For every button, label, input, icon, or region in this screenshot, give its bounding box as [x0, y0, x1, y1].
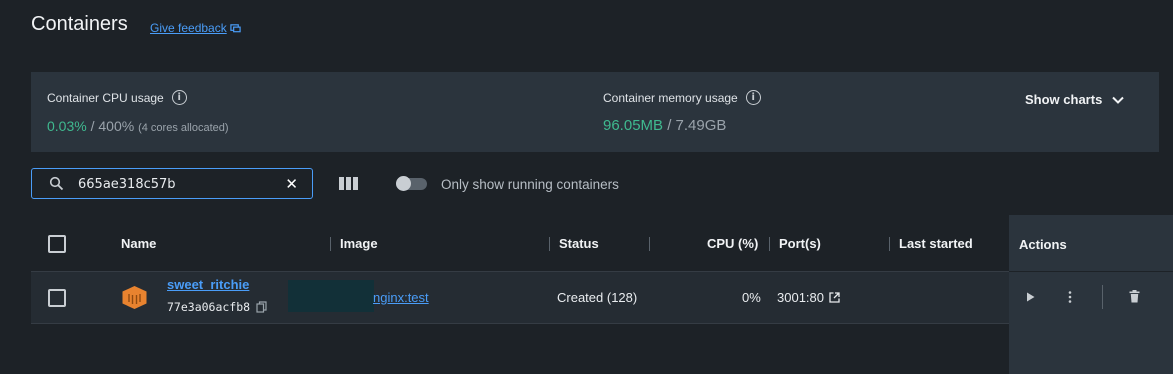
give-feedback-link[interactable]: Give feedback [150, 21, 241, 35]
column-resizer[interactable] [769, 237, 770, 251]
chevron-down-icon [1112, 96, 1125, 104]
memory-usage-label-group: Container memory usage i [603, 90, 761, 105]
container-id: 77e3a06acfb8 [167, 300, 251, 314]
running-only-label: Only show running containers [441, 177, 619, 192]
search-box: ✕ [31, 168, 313, 199]
column-header-status[interactable]: Status [559, 236, 599, 251]
column-header-last-started[interactable]: Last started [899, 236, 973, 251]
cpu-cores-note: (4 cores allocated) [138, 122, 229, 134]
status-text: Created (128) [557, 290, 638, 305]
divider [1009, 271, 1173, 272]
column-header-actions: Actions [1019, 237, 1067, 252]
show-charts-button[interactable]: Show charts [1025, 92, 1125, 107]
memory-usage-total: / 7.49GB [663, 117, 727, 134]
divider [1102, 285, 1103, 309]
cpu-usage-label-group: Container CPU usage i [47, 90, 187, 105]
column-resizer[interactable] [649, 237, 650, 251]
columns-icon[interactable] [339, 177, 359, 190]
port-label: 3001:80 [777, 290, 824, 305]
page-title: Containers [31, 13, 128, 35]
play-icon[interactable] [1026, 292, 1035, 302]
show-charts-label: Show charts [1025, 92, 1103, 107]
select-all-checkbox[interactable] [48, 235, 66, 253]
external-link-icon [829, 292, 840, 303]
container-name-link[interactable]: sweet_ritchie [167, 277, 249, 292]
row-checkbox[interactable] [48, 289, 66, 307]
cpu-usage-current: 0.03% [47, 118, 87, 134]
search-icon [49, 176, 64, 191]
copy-icon[interactable] [256, 301, 267, 313]
cpu-usage-value: 0.03% / 400% (4 cores allocated) [47, 118, 229, 134]
cpu-usage-label: Container CPU usage [47, 90, 164, 105]
redacted-region [288, 280, 374, 312]
trash-icon[interactable] [1129, 290, 1140, 303]
column-header-image[interactable]: Image [340, 236, 378, 251]
usage-stats-panel [31, 72, 1159, 152]
port-link[interactable]: 3001:80 [777, 290, 840, 305]
feedback-icon [230, 23, 241, 32]
divider [31, 323, 1009, 324]
search-input[interactable] [78, 175, 278, 193]
column-resizer[interactable] [889, 237, 890, 251]
close-icon[interactable]: ✕ [285, 175, 298, 193]
container-icon [122, 286, 147, 309]
running-only-toggle[interactable] [396, 176, 427, 191]
column-header-cpu[interactable]: CPU (%) [707, 236, 758, 251]
column-header-ports[interactable]: Port(s) [779, 236, 821, 251]
more-vertical-icon[interactable] [1068, 291, 1072, 303]
column-header-name[interactable]: Name [121, 236, 156, 251]
column-resizer[interactable] [549, 237, 550, 251]
info-icon[interactable]: i [745, 90, 761, 105]
cpu-value: 0% [742, 290, 761, 305]
info-icon[interactable]: i [171, 90, 187, 105]
memory-usage-label: Container memory usage [603, 90, 738, 105]
give-feedback-label: Give feedback [150, 21, 227, 35]
column-resizer[interactable] [330, 237, 331, 251]
memory-usage-value: 96.05MB / 7.49GB [603, 117, 726, 134]
image-link[interactable]: nginx:test [373, 290, 429, 305]
memory-usage-current: 96.05MB [603, 117, 664, 134]
cpu-usage-total: / 400% [86, 118, 135, 134]
